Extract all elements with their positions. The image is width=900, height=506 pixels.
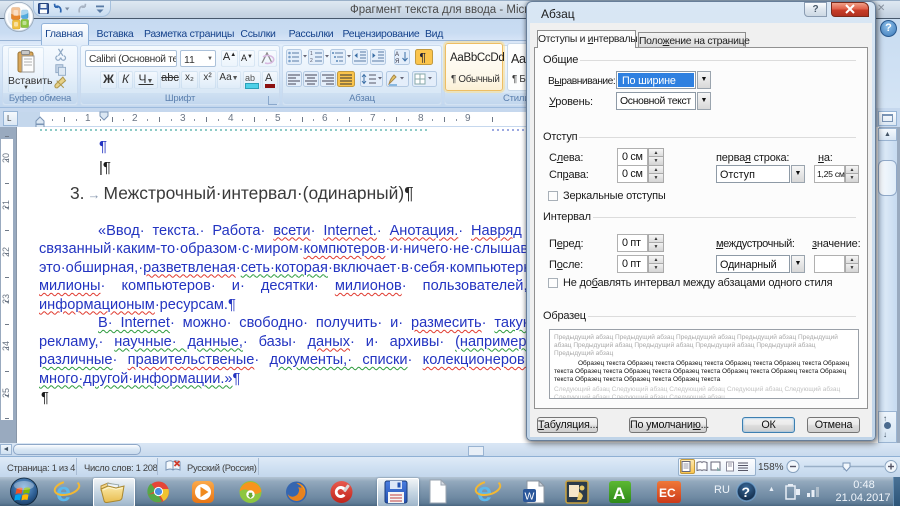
svg-text:2: 2 [310,58,313,64]
svg-text:А: А [395,52,399,58]
svg-text:¶: ¶ [420,51,426,65]
svg-text:W: W [525,491,535,503]
svg-text:?: ? [742,484,751,500]
svg-text:A: A [613,484,625,503]
svg-text:1: 1 [310,51,313,57]
svg-text:Я: Я [395,59,399,65]
svg-text:EC: EC [659,486,676,500]
